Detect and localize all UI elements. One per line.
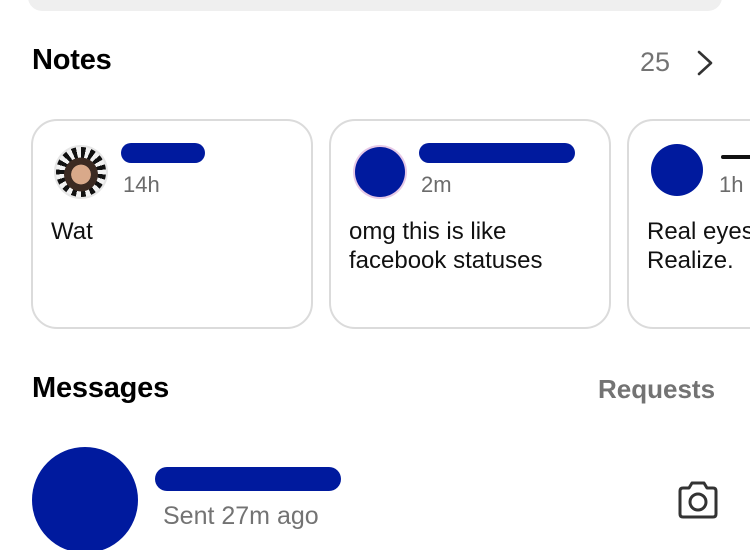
messages-section-title: Messages	[32, 372, 170, 404]
requests-link[interactable]: Requests	[598, 374, 715, 405]
note-card[interactable]: 1h Real eyes Realize.	[627, 119, 750, 329]
note-time: 1h	[719, 172, 744, 197]
notes-count[interactable]: 25	[640, 47, 670, 78]
note-text: Wat	[51, 218, 93, 245]
chevron-right-icon[interactable]	[694, 50, 716, 76]
avatar	[54, 145, 108, 199]
note-card[interactable]: 2m omg this is like facebook statuses	[329, 119, 611, 329]
avatar[interactable]	[32, 447, 138, 550]
avatar	[355, 147, 405, 197]
redacted-username	[155, 467, 341, 491]
note-time: 2m	[421, 172, 452, 197]
note-card[interactable]: 14h Wat	[31, 119, 313, 329]
note-text: omg this is like facebook statuses	[349, 218, 543, 274]
redacted-username	[721, 155, 750, 159]
message-status: Sent 27m ago	[163, 502, 319, 530]
notes-section-title: Notes	[32, 44, 112, 76]
search-bar[interactable]	[28, 0, 722, 11]
redacted-username	[419, 143, 575, 163]
note-time: 14h	[123, 172, 160, 197]
camera-icon[interactable]	[676, 480, 720, 520]
avatar	[651, 144, 703, 196]
redacted-username	[121, 143, 205, 163]
note-text: Real eyes Realize.	[647, 218, 750, 274]
